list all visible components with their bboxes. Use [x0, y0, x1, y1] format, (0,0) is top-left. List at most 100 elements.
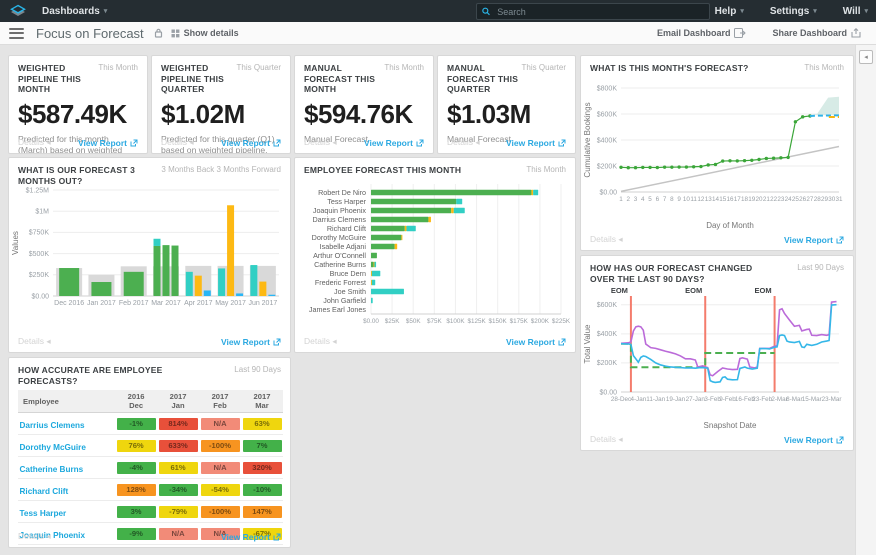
accuracy-cell[interactable]: -54%: [199, 479, 241, 501]
menu-user[interactable]: Will ▾: [843, 6, 868, 17]
details-toggle[interactable]: Details ◂: [18, 531, 51, 542]
svg-text:$200K: $200K: [597, 163, 618, 170]
kpi-context: This Month: [98, 63, 138, 72]
accuracy-cell[interactable]: -4%: [115, 457, 157, 479]
employee-link[interactable]: Catherine Burns: [20, 465, 84, 474]
page-title: Focus on Forecast: [36, 26, 144, 41]
accuracy-cell[interactable]: N/A: [199, 413, 241, 435]
details-toggle[interactable]: Details ◂: [304, 137, 337, 148]
svg-text:11: 11: [690, 196, 697, 203]
accuracy-cell[interactable]: -20%: [115, 545, 157, 548]
chart-svg: $0.00$250K$500K$750K$1M$1.25MDec 2016Jan…: [9, 182, 290, 334]
accuracy-cell[interactable]: -1%: [115, 413, 157, 435]
three-months-chart-canvas[interactable]: $0.00$250K$500K$750K$1M$1.25MDec 2016Jan…: [9, 182, 290, 339]
scrollbar-track[interactable]: ◂: [855, 45, 876, 555]
accuracy-cell[interactable]: -42%: [157, 545, 199, 548]
details-toggle[interactable]: Details ◂: [18, 336, 51, 347]
accuracy-cell[interactable]: 633%: [157, 435, 199, 457]
search-box[interactable]: [476, 3, 710, 20]
view-report-link[interactable]: View Report: [78, 138, 138, 148]
column-header[interactable]: 2017Feb: [199, 390, 241, 413]
svg-text:Richard Clift: Richard Clift: [327, 224, 366, 233]
view-report-link[interactable]: View Report: [364, 138, 424, 148]
kpi-title: MANUAL FORECAST THIS QUARTER: [447, 63, 522, 95]
details-toggle[interactable]: Details ◂: [304, 336, 337, 347]
view-report-link[interactable]: View Report: [221, 532, 281, 542]
accuracy-cell[interactable]: 76%: [115, 435, 157, 457]
details-toggle[interactable]: Details ◂: [447, 137, 480, 148]
external-link-icon: [273, 139, 281, 147]
nav-dashboards[interactable]: Dashboards ▾: [42, 6, 107, 17]
accuracy-cell[interactable]: 128%: [115, 479, 157, 501]
svg-text:9: 9: [677, 196, 681, 203]
svg-text:John Garfield: John Garfield: [323, 296, 366, 305]
details-toggle[interactable]: Details ◂: [590, 434, 623, 445]
menu-help[interactable]: Help ▾: [715, 6, 744, 17]
dashboard-header-bar: Focus on Forecast Show details Email Das…: [0, 22, 876, 45]
accuracy-cell[interactable]: 3%: [115, 501, 157, 523]
employee-link[interactable]: Richard Clift: [20, 487, 69, 496]
svg-text:7: 7: [663, 196, 667, 203]
accuracy-cell[interactable]: 7%: [241, 435, 283, 457]
details-toggle[interactable]: Details ◂: [590, 234, 623, 245]
column-header[interactable]: 2016Dec: [115, 390, 157, 413]
svg-text:May 2017: May 2017: [215, 300, 246, 307]
email-dashboard-button[interactable]: Email Dashboard: [657, 28, 747, 38]
svg-text:27-Jan: 27-Jan: [686, 396, 706, 403]
chevron-down-icon: ▾: [740, 7, 744, 15]
accuracy-cell[interactable]: N/A: [199, 457, 241, 479]
svg-text:$200K: $200K: [531, 318, 550, 325]
share-icon: [851, 28, 862, 38]
kpi-context: This Month: [384, 63, 424, 72]
view-report-link[interactable]: View Report: [221, 138, 281, 148]
accuracy-cell[interactable]: 320%: [241, 457, 283, 479]
accuracy-cell[interactable]: -10%: [241, 479, 283, 501]
accuracy-cell[interactable]: -100%: [199, 501, 241, 523]
details-toggle[interactable]: Details ◂: [161, 137, 194, 148]
search-input[interactable]: [495, 6, 704, 18]
accuracy-table: Employee2016Dec2017Jan2017Feb2017Mar Dar…: [18, 390, 283, 548]
column-header[interactable]: 2017Jan: [157, 390, 199, 413]
employee-link[interactable]: Dorothy McGuire: [20, 443, 86, 452]
view-report-link[interactable]: View Report: [506, 138, 566, 148]
accuracy-cell[interactable]: 63%: [241, 413, 283, 435]
lock-icon: [154, 28, 163, 38]
accuracy-cell[interactable]: -100%: [199, 545, 241, 548]
view-report-link[interactable]: View Report: [221, 337, 281, 347]
svg-text:$400K: $400K: [597, 137, 618, 144]
svg-text:3: 3: [634, 196, 638, 203]
hamburger-menu-icon[interactable]: [9, 28, 24, 39]
svg-text:Jun 2017: Jun 2017: [248, 300, 277, 307]
view-report-link[interactable]: View Report: [506, 337, 566, 347]
share-dashboard-button[interactable]: Share Dashboard: [772, 28, 862, 38]
details-toggle[interactable]: Details ◂: [18, 137, 51, 148]
chevron-down-icon: ▾: [813, 7, 817, 15]
svg-text:Bruce Dern: Bruce Dern: [330, 269, 366, 278]
column-header[interactable]: Employee: [18, 390, 115, 413]
menu-settings[interactable]: Settings ▾: [770, 6, 817, 17]
view-report-link[interactable]: View Report: [784, 235, 844, 245]
show-details-button[interactable]: Show details: [171, 28, 239, 38]
svg-text:$600K: $600K: [597, 111, 618, 118]
accuracy-cell[interactable]: 147%: [241, 501, 283, 523]
column-header[interactable]: 2017Mar: [241, 390, 283, 413]
employee-link[interactable]: Darrius Clemens: [20, 421, 85, 430]
accuracy-cell[interactable]: -34%: [157, 479, 199, 501]
accuracy-cell[interactable]: 61%: [157, 457, 199, 479]
employee-link[interactable]: Tess Harper: [20, 509, 67, 518]
svg-text:Arthur O'Connell: Arthur O'Connell: [313, 251, 366, 260]
accuracy-cell[interactable]: -79%: [157, 501, 199, 523]
view-report-link[interactable]: View Report: [784, 435, 844, 445]
accuracy-cell[interactable]: 814%: [157, 413, 199, 435]
employee-forecast-chart-canvas[interactable]: $0.00$25K$50K$75K$100K$125K$150K$175K$20…: [295, 182, 575, 339]
ninety-days-chart-canvas[interactable]: $0.00$200K$400K$600K28-Dec4-Jan11-Jan19-…: [581, 280, 853, 437]
collapse-panel-button[interactable]: ◂: [859, 50, 873, 64]
accuracy-cell[interactable]: -100%: [199, 435, 241, 457]
external-link-icon: [130, 139, 138, 147]
svg-text:Feb 2017: Feb 2017: [119, 300, 149, 307]
month-forecast-chart-canvas[interactable]: $0.00$200K$400K$600K$800K123456789101112…: [581, 80, 853, 237]
looker-logo-icon[interactable]: [0, 0, 36, 22]
search-icon: [482, 7, 490, 16]
chart-svg: $0.00$25K$50K$75K$100K$125K$150K$175K$20…: [295, 182, 575, 334]
accuracy-cell[interactable]: 6%: [241, 545, 283, 548]
